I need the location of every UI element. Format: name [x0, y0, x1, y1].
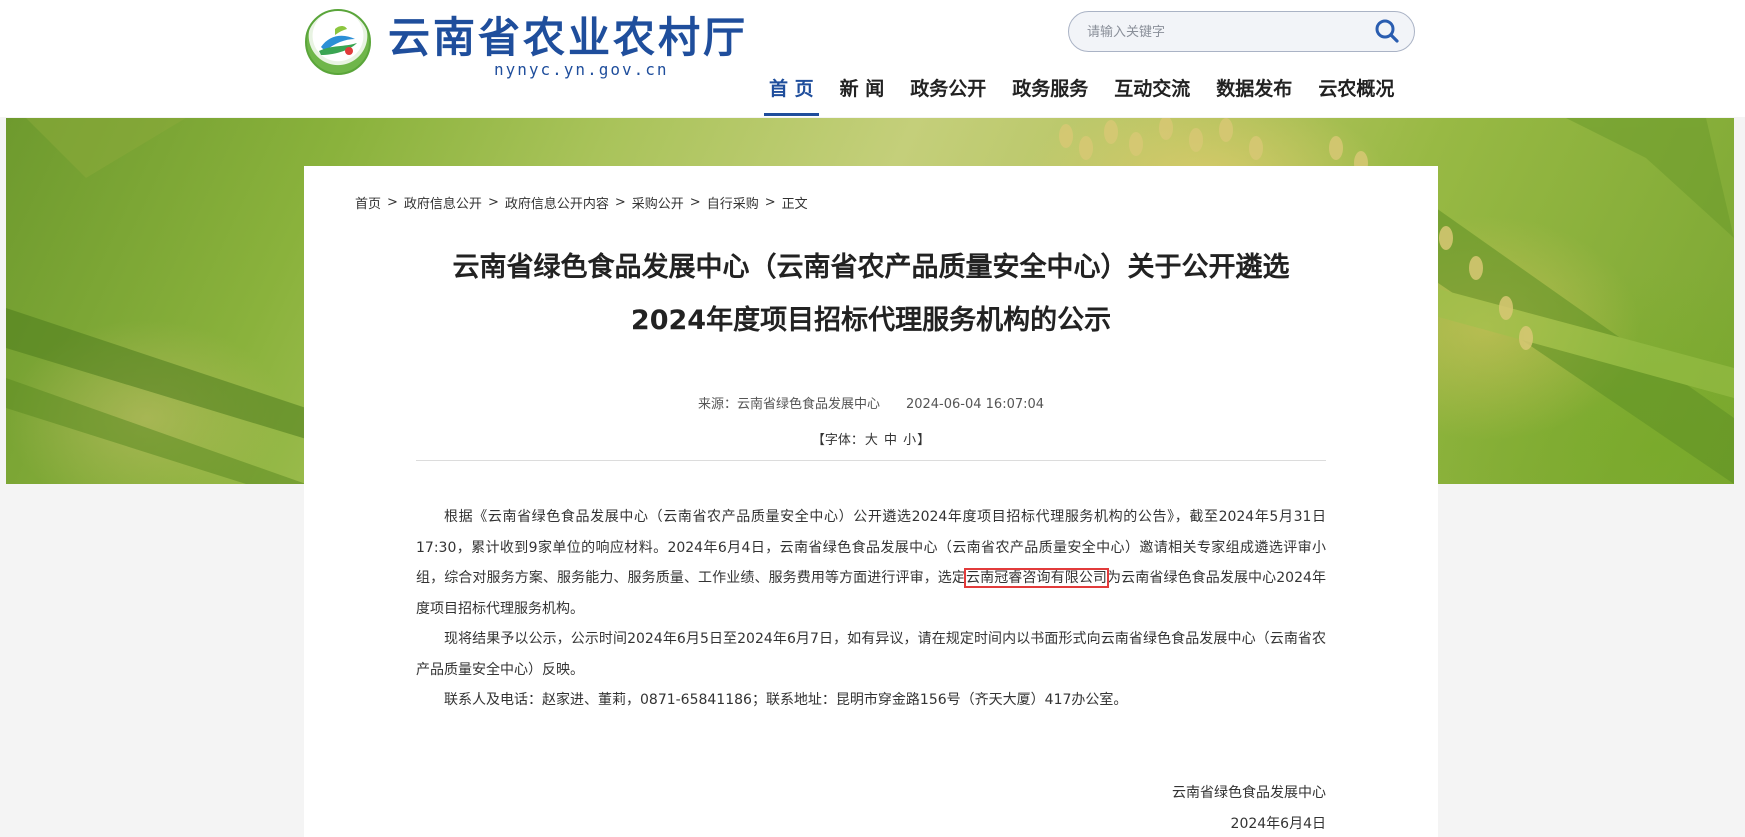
breadcrumb: 首页 > 政府信息公开 > 政府信息公开内容 > 采购公开 > 自行采购 > 正文	[355, 193, 808, 212]
font-size-large-link[interactable]: 大	[865, 433, 878, 448]
search-icon	[1375, 19, 1399, 43]
search-box	[1068, 11, 1415, 52]
nav-item-6[interactable]: 云农概况	[1305, 72, 1407, 117]
font-size-close: 】	[917, 433, 931, 448]
breadcrumb-separator: >	[614, 195, 626, 210]
font-size-switcher: 【字体：大 中 小】	[304, 429, 1438, 448]
nav-item-5[interactable]: 数据发布	[1203, 72, 1305, 117]
article-paragraph-2: 现将结果予以公示，公示时间2024年6月5日至2024年6月7日，如有异议，请在…	[416, 631, 1326, 678]
site-name[interactable]: 云南省农业农村厅	[388, 10, 748, 66]
signature-date: 2024年6月4日	[1230, 815, 1326, 832]
article-meta: 来源：云南省绿色食品发展中心 2024-06-04 16:07:04	[304, 393, 1438, 412]
font-size-medium-link[interactable]: 中	[884, 433, 897, 448]
breadcrumb-link-0[interactable]: 首页	[355, 193, 381, 212]
nav-item-2[interactable]: 政务公开	[897, 72, 999, 117]
article-card: 首页 > 政府信息公开 > 政府信息公开内容 > 采购公开 > 自行采购 > 正文 云南省绿色食品发…	[304, 166, 1438, 837]
main-nav: 首 页新 闻政务公开 政务服务 互动交流 数据发布 云农概况	[756, 72, 1407, 117]
breadcrumb-link-1[interactable]: 政府信息公开	[404, 193, 482, 212]
article-title: 云南省绿色食品发展中心（云南省农产品质量安全中心）关于公开遴选 2024年度项目…	[364, 241, 1378, 347]
breadcrumb-link-2[interactable]: 政府信息公开内容	[505, 193, 609, 212]
breadcrumb-separator: >	[764, 195, 776, 210]
signature-org: 云南省绿色食品发展中心	[1172, 785, 1326, 801]
breadcrumb-current: 正文	[781, 197, 808, 212]
site-header: 云南省农业农村厅 nynyc.yn.gov.cn 首 页新 闻政务公开政务服务互…	[0, 0, 1745, 117]
article-signature: 云南省绿色食品发展中心 2024年6月4日	[1172, 778, 1326, 837]
article-title-line2: 2024年度项目招标代理服务机构的公示	[630, 305, 1112, 336]
nav-item-3[interactable]: 政务服务	[999, 72, 1101, 117]
search-input[interactable]	[1087, 20, 1357, 44]
nav-item-0[interactable]: 首 页	[756, 72, 827, 117]
article-datetime: 2024-06-04 16:07:04	[905, 397, 1045, 412]
breadcrumb-link-3[interactable]: 采购公开	[632, 193, 684, 212]
breadcrumb-separator: >	[487, 195, 499, 210]
article-source: 来源：云南省绿色食品发展中心	[697, 397, 880, 412]
logo-emblem-icon[interactable]	[305, 9, 371, 75]
breadcrumb-separator: >	[689, 195, 701, 210]
article-paragraph-1: 根据《云南省绿色食品发展中心（云南省农产品质量安全中心）公开遴选2024年度项目…	[416, 502, 1326, 624]
nav-item-4[interactable]: 互动交流	[1101, 72, 1203, 117]
nav-item-1[interactable]: 新 闻	[827, 72, 898, 117]
article-paragraph-3: 联系人及电话：赵家进、董莉，0871-65841186；联系地址：昆明市穿金路1…	[444, 692, 1128, 708]
font-size-open: 【字体：	[811, 433, 864, 448]
highlighted-company-name: 云南冠睿咨询有限公司	[963, 568, 1110, 588]
site-domain: nynyc.yn.gov.cn	[494, 60, 669, 79]
font-size-small-link[interactable]: 小	[903, 433, 916, 448]
article-title-line1: 云南省绿色食品发展中心（云南省农产品质量安全中心）关于公开遴选	[452, 252, 1290, 283]
meta-divider	[416, 460, 1326, 461]
search-button[interactable]	[1372, 18, 1402, 46]
article-body: 根据《云南省绿色食品发展中心（云南省农产品质量安全中心）公开遴选2024年度项目…	[416, 502, 1326, 716]
breadcrumb-link-4[interactable]: 自行采购	[707, 193, 759, 212]
breadcrumb-separator: >	[387, 195, 398, 210]
